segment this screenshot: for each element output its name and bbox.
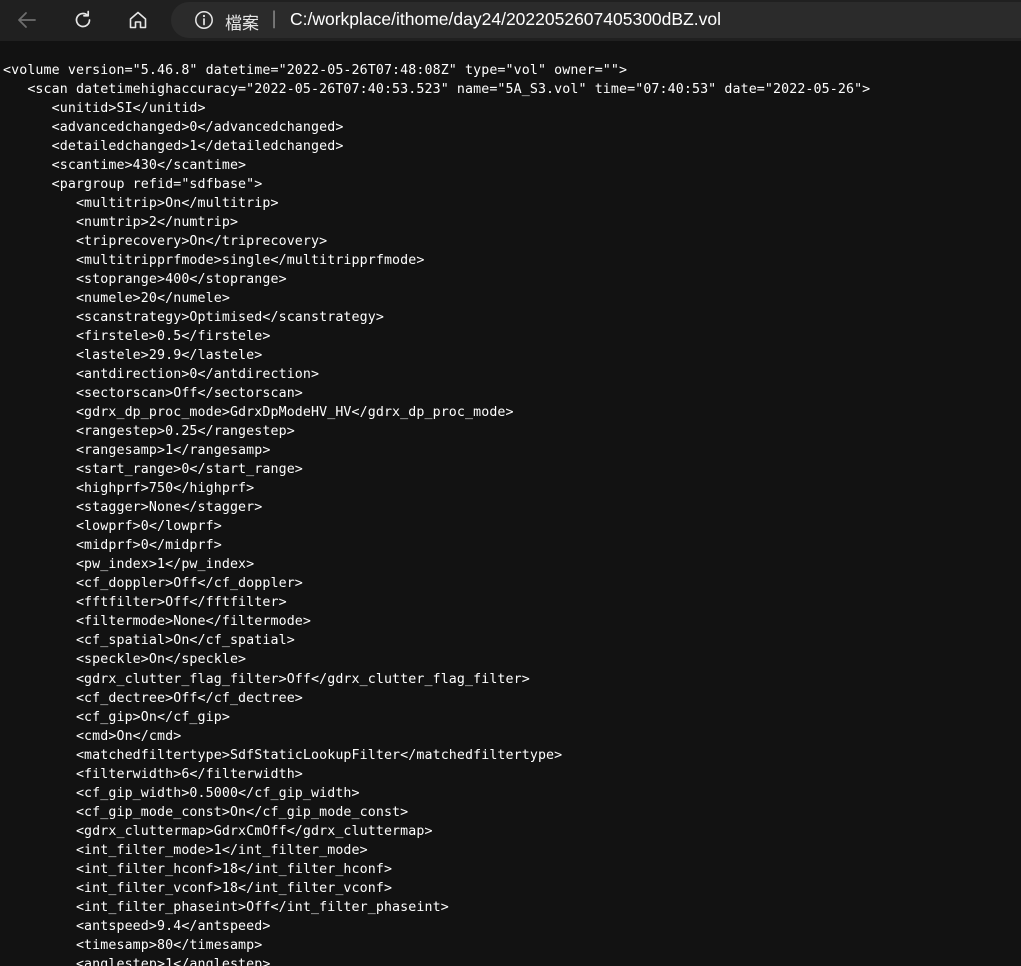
xml-line: <numele>20</numele>	[3, 291, 230, 307]
xml-line: <fftfilter>Off</fftfilter>	[3, 595, 287, 611]
xml-line: <stoprange>400</stoprange>	[3, 272, 287, 288]
xml-line: <scan datetimehighaccuracy="2022-05-26T0…	[3, 82, 871, 98]
xml-line: <antspeed>9.4</antspeed>	[3, 918, 271, 934]
xml-line: <pargroup refid="sdfbase">	[3, 177, 263, 193]
xml-line: <cf_gip_width>0.5000</cf_gip_width>	[3, 785, 360, 801]
xml-line: <highprf>750</highprf>	[3, 481, 255, 497]
home-button[interactable]	[121, 4, 155, 36]
xml-line: <gdrx_clutter_flag_filter>Off</gdrx_clut…	[3, 671, 530, 687]
xml-line: <midprf>0</midprf>	[3, 538, 222, 554]
reload-icon	[75, 10, 91, 28]
xml-line: <scantime>430</scantime>	[3, 158, 247, 174]
xml-line: <int_filter_mode>1</int_filter_mode>	[3, 842, 368, 858]
xml-line: <stagger>None</stagger>	[3, 500, 263, 516]
xml-line: <lowprf>0</lowprf>	[3, 519, 222, 535]
xml-line: <cmd>On</cmd>	[3, 728, 182, 744]
xml-line: <filtermode>None</filtermode>	[3, 614, 312, 630]
info-icon[interactable]	[194, 10, 214, 30]
browser-toolbar: 檔案 | C:/workplace/ithome/day24/202205260…	[0, 0, 1021, 41]
xml-line: <antdirection>0</antdirection>	[3, 367, 320, 383]
xml-line: <speckle>On</speckle>	[3, 652, 247, 668]
xml-line: <anglestep>1</anglestep>	[3, 956, 271, 966]
arrow-left-icon	[18, 12, 36, 28]
xml-line: <scanstrategy>Optimised</scanstrategy>	[3, 310, 384, 326]
back-button[interactable]	[10, 4, 44, 36]
xml-line: <cf_dectree>Off</cf_dectree>	[3, 690, 303, 706]
xml-line: <filterwidth>6</filterwidth>	[3, 766, 303, 782]
xml-line: <matchedfiltertype>SdfStaticLookupFilter…	[3, 747, 563, 763]
xml-line: <cf_doppler>Off</cf_doppler>	[3, 576, 303, 592]
xml-line: <multitrip>On</multitrip>	[3, 196, 279, 212]
xml-line: <cf_gip>On</cf_gip>	[3, 709, 230, 725]
xml-line: <start_range>0</start_range>	[3, 462, 303, 478]
xml-line: <rangestep>0.25</rangestep>	[3, 424, 295, 440]
address-separator: |	[271, 8, 278, 29]
xml-line: <rangesamp>1</rangesamp>	[3, 443, 271, 459]
xml-line: <cf_gip_mode_const>On</cf_gip_mode_const…	[3, 804, 409, 820]
xml-line: <int_filter_phaseint>Off</int_filter_pha…	[3, 899, 449, 915]
xml-line: <int_filter_vconf>18</int_filter_vconf>	[3, 880, 393, 896]
xml-line: <gdrx_dp_proc_mode>GdrxDpModeHV_HV</gdrx…	[3, 405, 514, 421]
url-text[interactable]: C:/workplace/ithome/day24/20220526074053…	[290, 9, 721, 30]
page-content: <volume version="5.46.8" datetime="2022-…	[0, 41, 1021, 966]
home-icon	[129, 11, 147, 29]
xml-line: <advancedchanged>0</advancedchanged>	[3, 120, 344, 136]
xml-line: <sectorscan>Off</sectorscan>	[3, 386, 303, 402]
xml-line: <numtrip>2</numtrip>	[3, 215, 239, 231]
xml-document: <volume version="5.46.8" datetime="2022-…	[3, 61, 870, 966]
xml-line: <timesamp>80</timesamp>	[3, 937, 263, 953]
address-bar[interactable]: 檔案 | C:/workplace/ithome/day24/202205260…	[171, 2, 1021, 38]
xml-line: <cf_spatial>On</cf_spatial>	[3, 633, 295, 649]
xml-line: <detailedchanged>1</detailedchanged>	[3, 139, 344, 155]
xml-line: <volume version="5.46.8" datetime="2022-…	[3, 63, 628, 78]
xml-line: <gdrx_cluttermap>GdrxCmOff</gdrx_clutter…	[3, 823, 433, 839]
reload-button[interactable]	[66, 4, 100, 36]
xml-line: <lastele>29.9</lastele>	[3, 348, 263, 364]
xml-line: <multitripprfmode>single</multitripprfmo…	[3, 253, 425, 269]
xml-line: <pw_index>1</pw_index>	[3, 557, 255, 573]
xml-line: <unitid>SI</unitid>	[3, 101, 206, 117]
xml-line: <triprecovery>On</triprecovery>	[3, 234, 328, 250]
xml-line: <firstele>0.5</firstele>	[3, 329, 271, 345]
site-info-label[interactable]: 檔案	[225, 9, 259, 34]
xml-line: <int_filter_hconf>18</int_filter_hconf>	[3, 861, 393, 877]
